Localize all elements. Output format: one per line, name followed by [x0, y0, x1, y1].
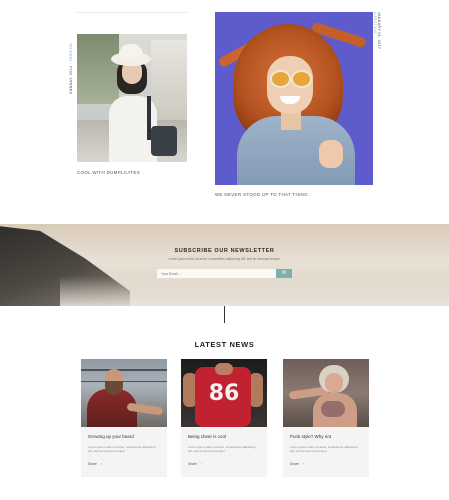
- news-card-2-image[interactable]: 86: [181, 359, 267, 427]
- feature-1-category[interactable]: FASHION: [69, 43, 73, 61]
- feature-1-date: SUNDAY, 2014: [69, 65, 73, 94]
- top-divider-line: [77, 12, 187, 13]
- newsletter-submit-button[interactable]: ✉: [276, 269, 292, 278]
- news-card-share-link[interactable]: Share ›: [290, 462, 304, 466]
- news-card-3-image[interactable]: [283, 359, 369, 427]
- news-card-title[interactable]: Being cheer is cool: [188, 434, 226, 439]
- news-card-share-link[interactable]: Share ›: [188, 462, 202, 466]
- send-icon: ✉: [281, 270, 287, 276]
- feature-2-caption[interactable]: WE NEVER STOOD UP TO THAT THING: [215, 192, 308, 197]
- chevron-right-icon: ›: [100, 462, 102, 466]
- section-divider: [224, 306, 225, 323]
- feature-2-date: JANUARY 01, 2017: [377, 12, 381, 50]
- news-card-excerpt: Lorem ipsum dolor sit amet, consectetur …: [188, 445, 256, 454]
- news-card[interactable]: 86 Being cheer is cool Lorem ipsum dolor…: [181, 359, 267, 477]
- newsletter-email-input[interactable]: [157, 269, 276, 278]
- latest-news-title: LATEST NEWS: [194, 340, 255, 349]
- news-card-1-image[interactable]: [81, 359, 167, 427]
- feature-1-image[interactable]: [77, 34, 187, 162]
- news-card-excerpt: Lorem ipsum dolor sit amet, consectetur …: [290, 445, 358, 454]
- feature-1-caption[interactable]: COOL WITH DUMPLCATES: [77, 170, 140, 175]
- news-card-title[interactable]: Growing up your beard: [88, 434, 134, 439]
- feature-2-vertical-meta: JANUARY 01, 2017 · LIFESTYLE: [373, 12, 381, 53]
- chevron-right-icon: ›: [302, 462, 304, 466]
- chevron-right-icon: ›: [200, 462, 202, 466]
- newsletter-title: SUBSCRIBE OUR NEWSLETTER: [174, 248, 275, 254]
- newsletter-subtitle: Lorem ipsum dolor sit amet, consectetur …: [168, 257, 281, 261]
- feature-2-image[interactable]: [215, 12, 373, 185]
- feature-2-category[interactable]: LIFESTYLE: [373, 12, 377, 34]
- news-card[interactable]: Punk style? Why not Lorem ipsum dolor si…: [283, 359, 369, 477]
- news-card-share-link[interactable]: Share ›: [88, 462, 102, 466]
- news-card-excerpt: Lorem ipsum dolor sit amet, consectetur …: [88, 445, 156, 454]
- feature-1-vertical-meta: SUNDAY, 2014 · FASHION: [69, 43, 73, 94]
- news-card[interactable]: Growing up your beard Lorem ipsum dolor …: [81, 359, 167, 477]
- newsletter-section: SUBSCRIBE OUR NEWSLETTER Lorem ipsum dol…: [0, 224, 449, 306]
- news-card-title[interactable]: Punk style? Why not: [290, 434, 331, 439]
